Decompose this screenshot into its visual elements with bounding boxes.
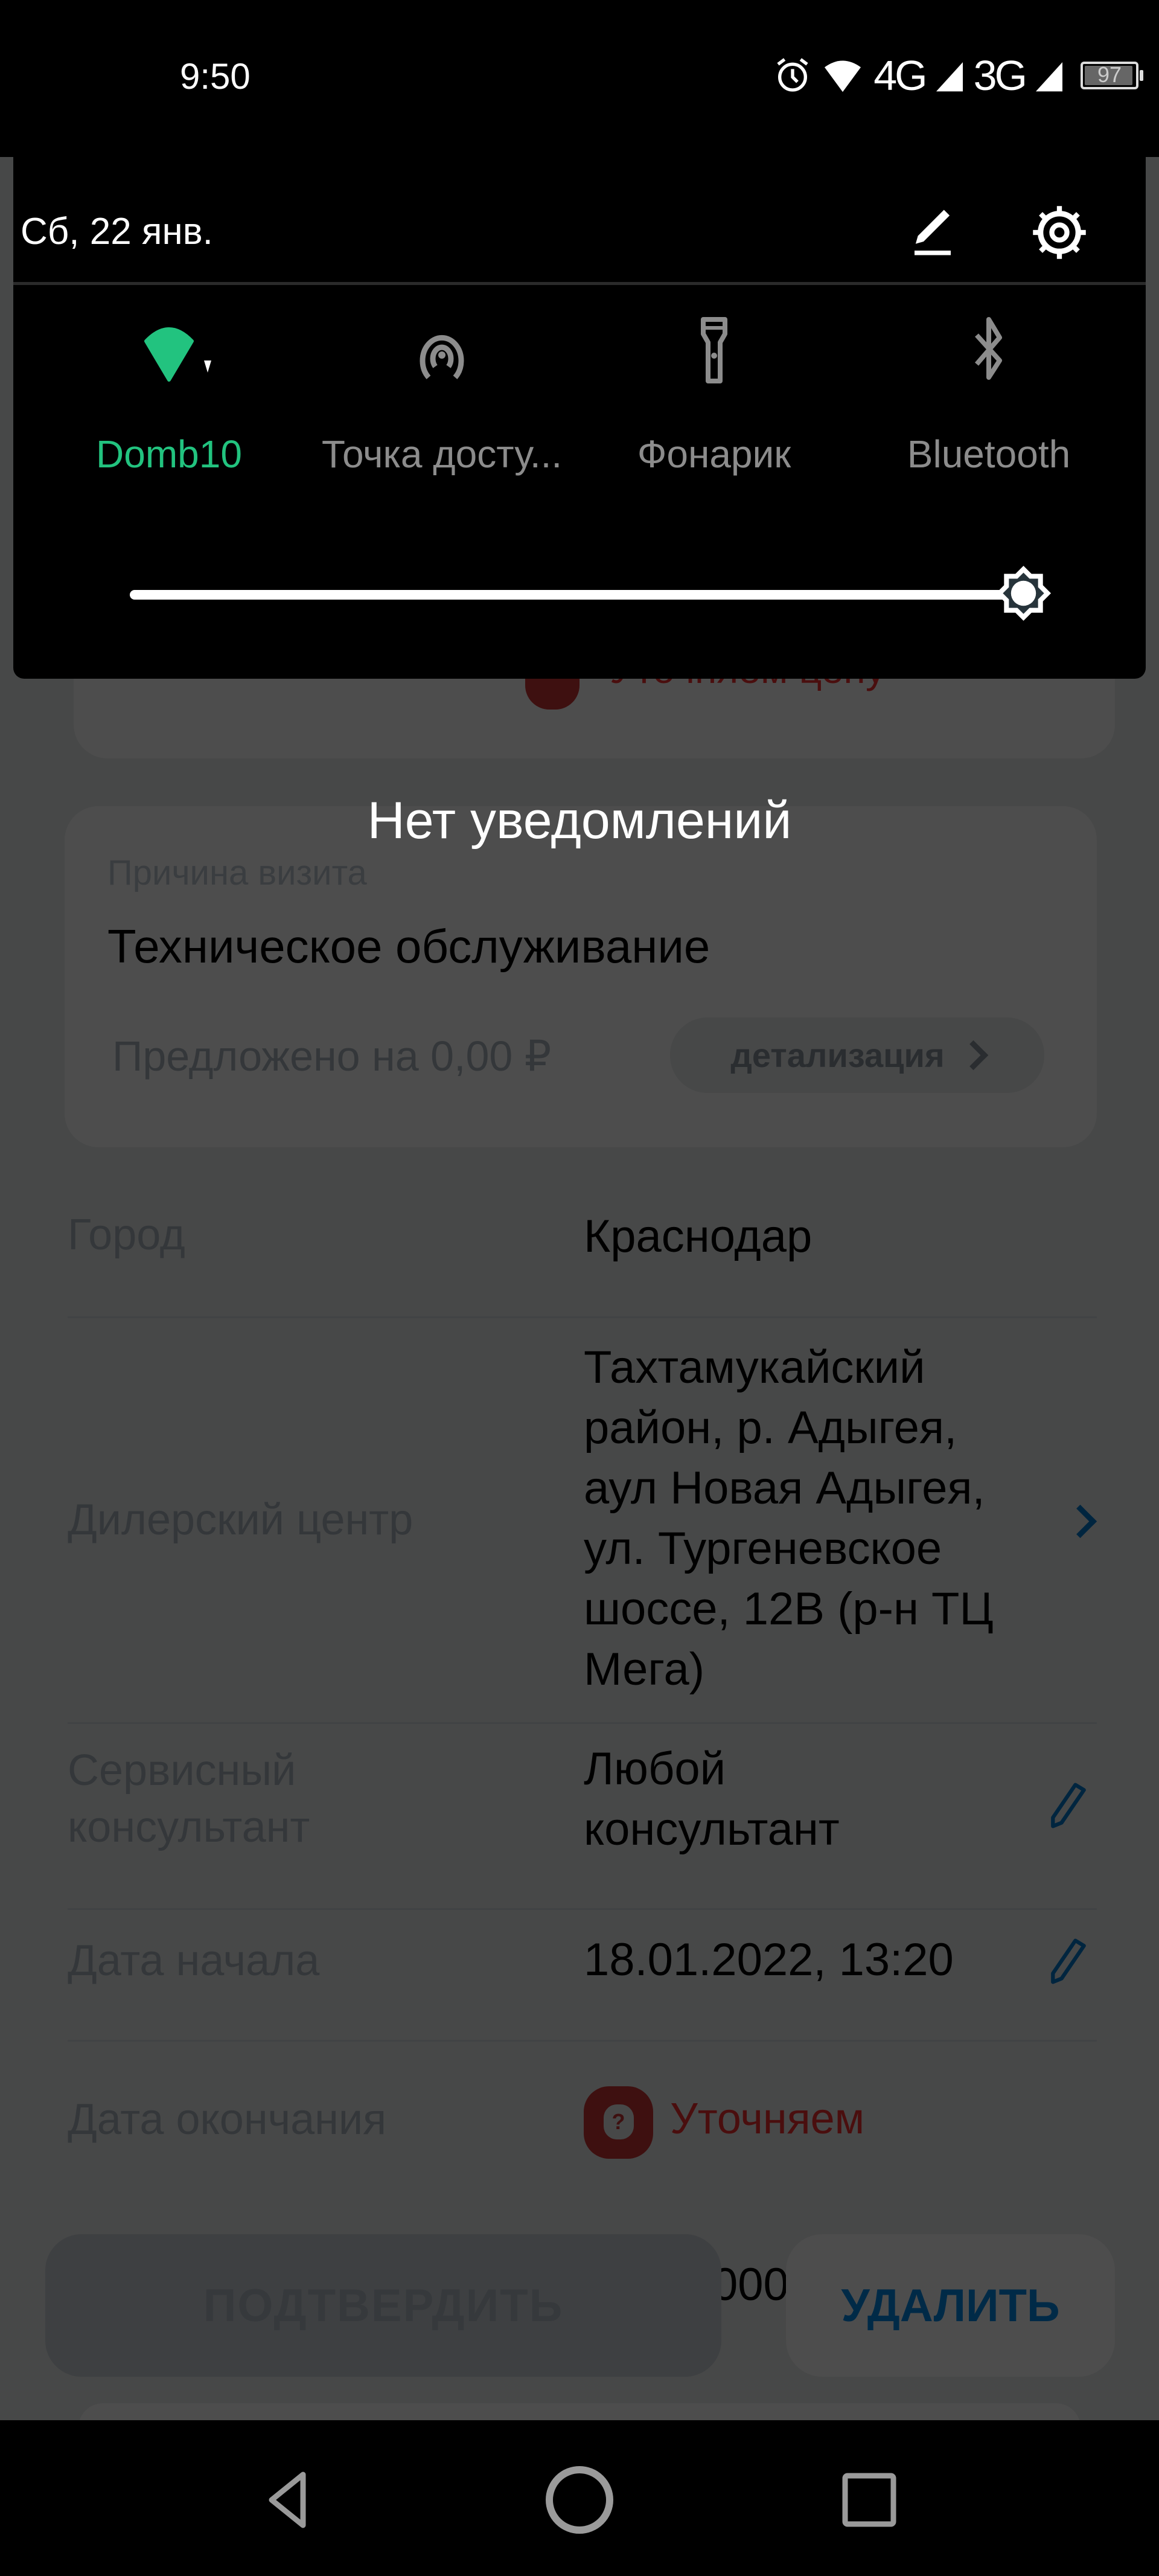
consultant-label: Сервисный консультант bbox=[68, 1742, 310, 1856]
pencil-icon bbox=[915, 210, 951, 255]
partial-amount: 000 bbox=[712, 2259, 789, 2310]
pencil-icon bbox=[1051, 1783, 1086, 1828]
visit-reason-value: Техническое обслуживание bbox=[107, 920, 710, 973]
end-date-value: Уточняем bbox=[670, 2095, 865, 2143]
divider bbox=[68, 1908, 1097, 1910]
chevron-right-icon bbox=[958, 1040, 988, 1071]
recents-icon bbox=[842, 2473, 896, 2527]
battery-icon: 97 bbox=[1081, 62, 1143, 89]
consultant-label-line: консультант bbox=[68, 1803, 310, 1851]
end-date-label: Дата окончания bbox=[68, 2095, 387, 2144]
edit-consultant-button[interactable] bbox=[1047, 1781, 1090, 1830]
recents-button[interactable] bbox=[827, 2458, 912, 2542]
start-date-label: Дата начала bbox=[68, 1937, 320, 1985]
question-mark-icon: ? bbox=[603, 2104, 634, 2139]
chevron-right-icon bbox=[1063, 1504, 1097, 1539]
home-icon bbox=[546, 2466, 613, 2534]
tile-label: Domb10 bbox=[96, 432, 242, 476]
dealer-line: аул Новая Адыгея, bbox=[584, 1463, 985, 1514]
start-date-value: 18.01.2022, 13:20 bbox=[584, 1934, 954, 1985]
question-badge-icon: ? bbox=[584, 2086, 653, 2159]
alarm-icon bbox=[777, 58, 808, 92]
tile-wifi[interactable]: Domb10 bbox=[36, 317, 302, 486]
signal-3g-icon bbox=[1036, 62, 1062, 92]
details-button-label: детализация bbox=[730, 1036, 945, 1074]
home-button[interactable] bbox=[537, 2458, 622, 2542]
dealer-open-button[interactable] bbox=[1063, 1504, 1097, 1539]
status-time: 9:50 bbox=[180, 56, 251, 97]
tile-flashlight[interactable]: Фонарик bbox=[581, 317, 847, 486]
dealer-line: район, р. Адыгея, bbox=[584, 1402, 957, 1453]
tile-bluetooth[interactable]: Bluetooth bbox=[856, 317, 1122, 486]
tile-label: Bluetooth bbox=[907, 432, 1071, 476]
edit-start-date-button[interactable] bbox=[1047, 1937, 1090, 1985]
visit-price: Предложено на 0,00 ₽ bbox=[112, 1033, 552, 1080]
confirm-button-label: ПОДТВЕРДИТЬ bbox=[203, 2280, 564, 2331]
signal-4g-icon bbox=[936, 62, 963, 92]
settings-button[interactable] bbox=[1029, 202, 1090, 263]
confirm-button[interactable]: ПОДТВЕРДИТЬ bbox=[45, 2234, 721, 2377]
visit-reason-label: Причина визита bbox=[107, 853, 367, 892]
dealer-line: шоссе, 12В (р-н ТЦ bbox=[584, 1583, 994, 1635]
bluetooth-icon bbox=[974, 317, 1002, 380]
consultant-label-line: Сервисный bbox=[68, 1746, 296, 1795]
dealer-line: Тахтамукайский bbox=[584, 1342, 925, 1393]
tile-hotspot[interactable]: Точка досту... bbox=[309, 317, 575, 486]
tile-label: Фонарик bbox=[637, 432, 791, 476]
brightness-handle[interactable] bbox=[989, 559, 1058, 628]
consultant-value-line: Любой bbox=[584, 1743, 726, 1795]
pencil-icon bbox=[1051, 1938, 1086, 1984]
consultant-value-line: консультант bbox=[584, 1804, 840, 1855]
back-button[interactable] bbox=[247, 2458, 332, 2542]
flashlight-icon bbox=[701, 317, 727, 383]
divider bbox=[68, 1722, 1097, 1724]
network-label-3g: 3G bbox=[973, 52, 1027, 99]
city-value: Краснодар bbox=[584, 1211, 813, 1262]
wifi-icon bbox=[825, 60, 861, 92]
dealer-line: Мега) bbox=[584, 1644, 705, 1695]
back-icon bbox=[269, 2472, 306, 2528]
network-label-4g: 4G bbox=[873, 52, 927, 99]
brightness-icon bbox=[996, 565, 1052, 621]
shade-divider bbox=[13, 282, 1146, 285]
dealer-line: ул. Тургеневское bbox=[584, 1523, 942, 1574]
status-icons: 4G 3G 97 bbox=[773, 52, 1143, 99]
brightness-slider[interactable] bbox=[130, 590, 1032, 600]
battery-percent: 97 bbox=[1097, 62, 1122, 87]
consultant-value: Любой консультант bbox=[584, 1739, 840, 1860]
shade-date: Сб, 22 янв. bbox=[21, 211, 213, 252]
delete-button[interactable]: УДАЛИТЬ bbox=[786, 2234, 1115, 2377]
wifi-icon bbox=[144, 327, 211, 382]
dealer-value[interactable]: Тахтамукайский район, р. Адыгея, аул Нов… bbox=[584, 1338, 1061, 1700]
dealer-label: Дилерский центр bbox=[68, 1496, 413, 1544]
edit-tiles-button[interactable] bbox=[905, 205, 960, 260]
divider bbox=[68, 1316, 1097, 1318]
details-button[interactable]: детализация bbox=[670, 1017, 1044, 1093]
hotspot-icon bbox=[420, 335, 464, 379]
delete-button-label: УДАЛИТЬ bbox=[841, 2280, 1060, 2331]
gear-icon bbox=[1033, 206, 1086, 259]
tile-label: Точка досту... bbox=[321, 432, 563, 476]
no-notifications-message: Нет уведомлений bbox=[367, 792, 792, 850]
city-label: Город bbox=[68, 1211, 185, 1259]
divider bbox=[68, 2040, 1097, 2042]
